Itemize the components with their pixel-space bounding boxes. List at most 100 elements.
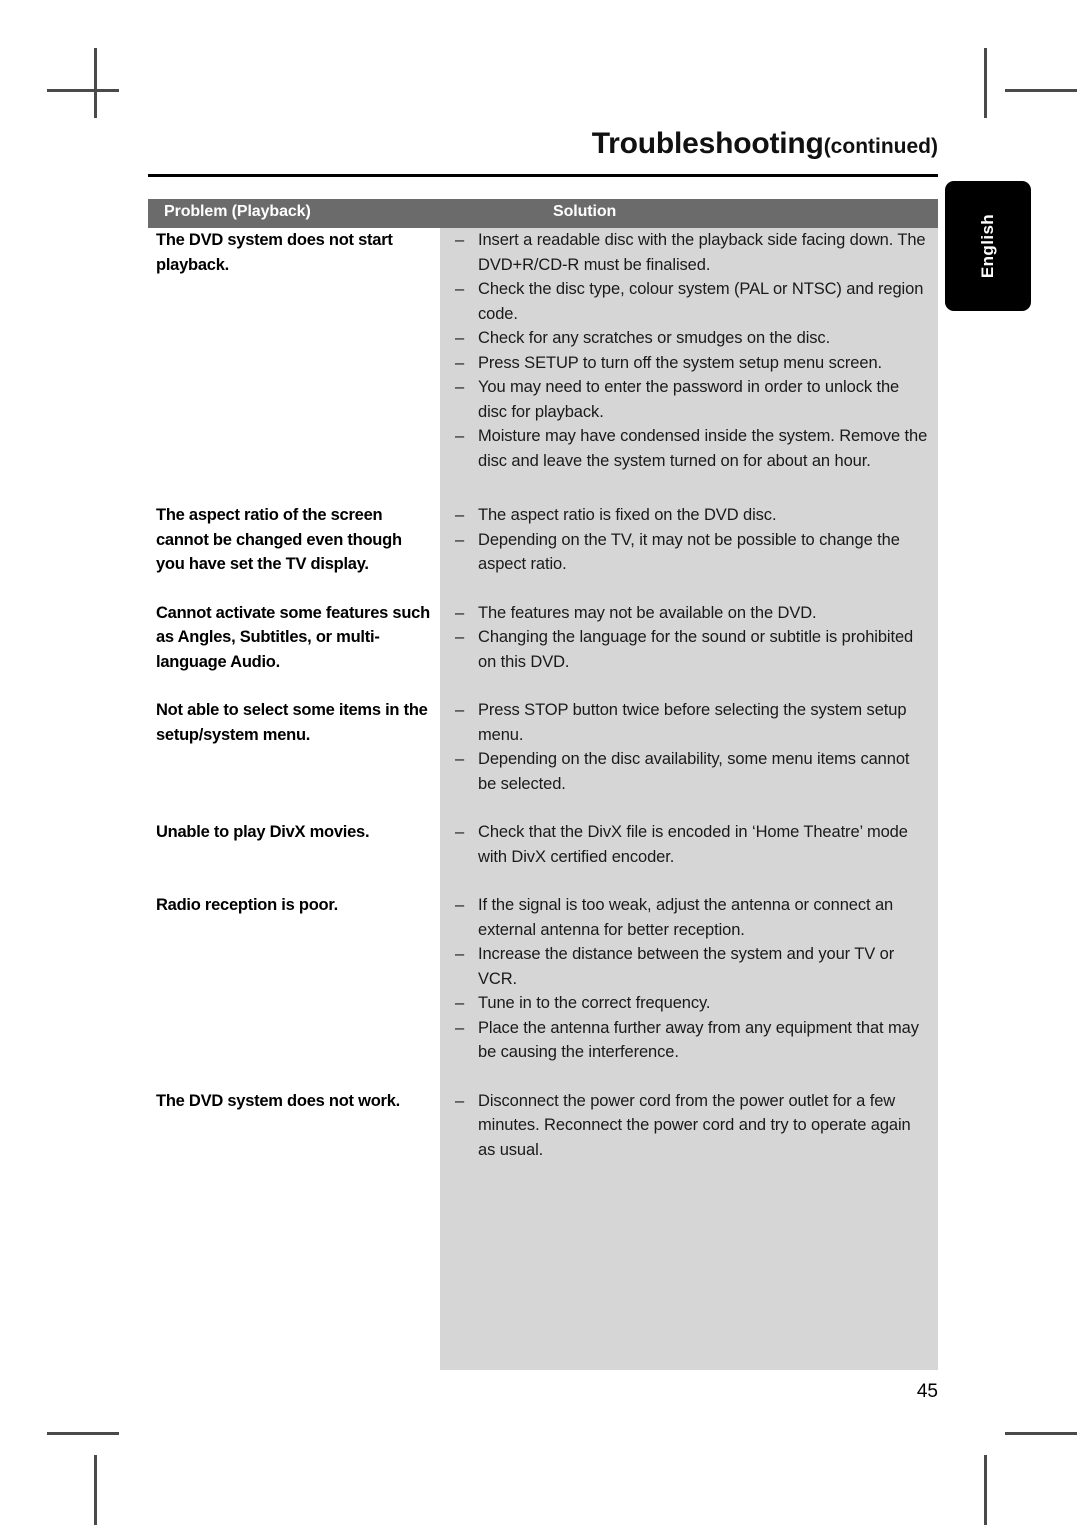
solution-cell: – Check that the DivX file is encoded in … [440, 820, 938, 869]
solution-item: – If the signal is too weak, adjust the a… [455, 893, 928, 942]
page-title-continued: (continued) [823, 135, 938, 158]
column-header-problem: Problem (Playback) [164, 203, 311, 220]
problem-cell: Unable to play DivX movies. [156, 823, 370, 841]
solution-item: – Depending on the disc availability, som… [455, 747, 928, 796]
dash-bullet-icon: – [455, 994, 465, 1012]
table-row: Cannot activate some features such as An… [148, 601, 938, 675]
solution-item: – Depending on the TV, it may not be poss… [455, 528, 928, 577]
dash-bullet-icon: – [455, 427, 465, 445]
solution-item: – Press STOP button twice before selectin… [455, 698, 928, 747]
row-spacer [148, 796, 938, 820]
solution-text: You may need to enter the password in or… [478, 378, 900, 421]
title-rule [148, 174, 938, 177]
solution-cell: – Insert a readable disc with the playbac… [440, 228, 938, 473]
dash-bullet-icon: – [455, 353, 465, 372]
dash-bullet-icon: – [455, 701, 465, 719]
solution-text: If the signal is too weak, adjust the an… [478, 896, 894, 939]
solution-item: – Insert a readable disc with the playbac… [455, 228, 928, 277]
solution-item: – The features may not be available on th… [455, 601, 928, 626]
crop-mark-bottom-right-vertical [984, 1455, 987, 1525]
solution-item: – Changing the language for the sound or … [455, 625, 928, 674]
row-spacer [148, 577, 938, 601]
solution-item: – Tune in to the correct frequency. [455, 991, 928, 1016]
solution-cell: – If the signal is too weak, adjust the a… [440, 893, 938, 1065]
dash-bullet-icon: – [455, 823, 465, 841]
problem-cell: The aspect ratio of the screen cannot be… [156, 506, 402, 573]
solution-item: – Moisture may have condensed inside the … [455, 424, 928, 473]
dash-bullet-icon: – [455, 329, 465, 347]
language-tab: English [945, 181, 1031, 311]
table-header: Problem (Playback) Solution [148, 199, 938, 228]
solution-cell: – Press STOP button twice before selectin… [440, 698, 938, 796]
solution-text: Check for any scratches or smudges on th… [478, 329, 831, 347]
problem-cell: Not able to select some items in the set… [156, 701, 428, 744]
table-row: The aspect ratio of the screen cannot be… [148, 503, 938, 577]
dash-bullet-icon: – [455, 945, 465, 963]
solution-text: Place the antenna further away from any … [478, 1018, 919, 1062]
solution-cell: – The aspect ratio is fixed on the DVD di… [440, 503, 938, 577]
solution-text: Press STOP button twice before selecting… [478, 701, 907, 744]
problem-cell: Radio reception is poor. [156, 896, 338, 914]
page-content: Troubleshooting(continued) Problem (Play… [148, 0, 938, 1524]
table-row: Unable to play DivX movies. – Check that t… [148, 820, 938, 869]
crop-mark-bottom-right-horizontal [1005, 1432, 1077, 1435]
dash-bullet-icon: – [455, 1091, 465, 1110]
dash-bullet-icon: – [455, 1018, 465, 1037]
solution-text: The features may not be available on the… [478, 603, 817, 622]
solution-text: Moisture may have condensed inside the s… [478, 427, 928, 470]
solution-text: Check that the DivX file is encoded in ‘… [478, 823, 908, 866]
table-row: Not able to select some items in the set… [148, 698, 938, 796]
solution-item: – Disconnect the power cord from the powe… [455, 1089, 928, 1163]
problem-cell: The DVD system does not start playback. [156, 231, 393, 274]
solution-text: Depending on the disc availability, some… [478, 750, 910, 793]
solution-item: – You may need to enter the password in o… [455, 375, 928, 424]
row-spacer [148, 473, 938, 503]
solution-item: – Increase the distance between the syste… [455, 942, 928, 991]
solution-cell: – The features may not be available on th… [440, 601, 938, 675]
problem-cell: Cannot activate some features such as An… [156, 603, 430, 671]
dash-bullet-icon: – [455, 378, 465, 396]
table-row: Radio reception is poor. – If the signal i… [148, 893, 938, 1065]
solution-item: – Place the antenna further away from any… [455, 1016, 928, 1065]
crop-mark-top-right-vertical [984, 48, 987, 118]
row-spacer [148, 674, 938, 698]
crop-mark-bottom-left-horizontal [47, 1432, 119, 1435]
page-number: 45 [916, 1381, 938, 1402]
solution-item: – Check that the DivX file is encoded in … [455, 820, 928, 869]
page-header: Troubleshooting(continued) [148, 128, 938, 160]
solution-text: Disconnect the power cord from the power… [478, 1091, 911, 1159]
crop-mark-top-left-horizontal [47, 89, 119, 92]
solution-item: – Check the disc type, colour system (PAL… [455, 277, 928, 326]
dash-bullet-icon: – [455, 750, 465, 768]
problem-cell: The DVD system does not work. [156, 1091, 400, 1110]
solution-text: Insert a readable disc with the playback… [478, 231, 926, 274]
solution-item: – The aspect ratio is fixed on the DVD di… [455, 503, 928, 528]
page-title: Troubleshooting(continued) [148, 128, 938, 160]
solution-item: – Check for any scratches or smudges on t… [455, 326, 928, 351]
dash-bullet-icon: – [455, 506, 465, 524]
dash-bullet-icon: – [455, 603, 465, 622]
page-title-text: Troubleshooting [591, 127, 824, 160]
solution-text: Press SETUP to turn off the system setup… [478, 353, 883, 372]
dash-bullet-icon: – [455, 280, 465, 298]
solution-text: Check the disc type, colour system (PAL … [478, 280, 924, 323]
dash-bullet-icon: – [455, 530, 465, 549]
table-row: The DVD system does not work. – Disconnect… [148, 1089, 938, 1163]
solution-text: The aspect ratio is fixed on the DVD dis… [478, 506, 777, 524]
dash-bullet-icon: – [455, 231, 465, 249]
column-header-solution: Solution [553, 203, 617, 220]
solution-text: Tune in to the correct frequency. [478, 994, 711, 1012]
language-tab-label: English [978, 213, 997, 279]
row-spacer [148, 1065, 938, 1089]
solution-item: – Press SETUP to turn off the system setu… [455, 351, 928, 376]
dash-bullet-icon: – [455, 628, 465, 646]
solution-text: Changing the language for the sound or s… [478, 628, 914, 671]
troubleshooting-table-body: The DVD system does not start playback. –… [148, 228, 938, 1162]
dash-bullet-icon: – [455, 896, 465, 914]
crop-mark-top-right-horizontal [1005, 89, 1077, 92]
row-spacer [148, 869, 938, 893]
crop-mark-bottom-left-vertical [94, 1455, 97, 1525]
solution-text: Depending on the TV, it may not be possi… [478, 530, 900, 574]
solution-cell: – Disconnect the power cord from the powe… [440, 1089, 938, 1163]
table-row: The DVD system does not start playback. –… [148, 228, 938, 473]
